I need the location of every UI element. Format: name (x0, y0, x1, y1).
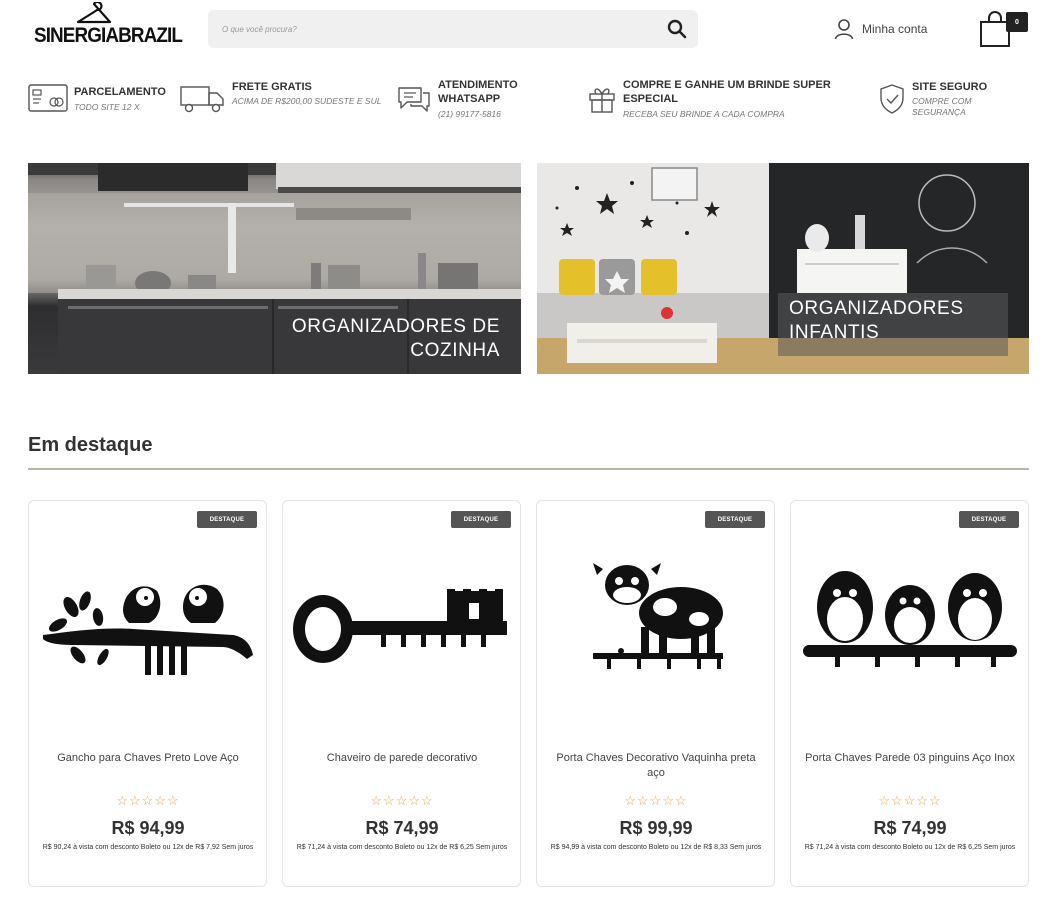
product-price: R$ 94,99 (111, 818, 185, 838)
benefit-whatsapp: ATENDIMENTO WHATSAPP (21) 99177-5816 (397, 74, 577, 132)
product-card[interactable]: DESTAQUE Gancho para Chaves Preto Love A… (28, 500, 267, 887)
credit-card-icon (28, 84, 68, 112)
product-name[interactable]: Gancho para Chaves Preto Love Aço (39, 751, 257, 766)
account-link[interactable]: Minha conta (834, 16, 927, 42)
banner-label-line2: INFANTIS (789, 322, 880, 343)
banner-kitchen-organizers[interactable]: ORGANIZADORES DE COZINHA (28, 163, 521, 374)
banner-kids-organizers[interactable]: ORGANIZADORES INFANTIS (537, 163, 1029, 374)
product-name[interactable]: Chaveiro de parede decorativo (293, 751, 511, 766)
featured-badge: DESTAQUE (705, 511, 765, 528)
product-card[interactable]: DESTAQUE Porta Chaves Decorativo Vaquinh… (536, 500, 775, 887)
product-name[interactable]: Porta Chaves Parede 03 pinguins Aço Inox (801, 751, 1019, 766)
product-image-cow-key-holder (593, 563, 723, 669)
benefit-installments: PARCELAMENTO TODO SITE 12 x (28, 74, 178, 132)
rating-stars: ☆☆☆☆☆ (370, 793, 434, 808)
rating-stars: ☆☆☆☆☆ (624, 793, 688, 808)
payment-info: R$ 90,24 à vista com desconto Boleto ou … (42, 844, 254, 851)
rating-stars: ☆☆☆☆☆ (878, 793, 942, 808)
banner-label-line2: COZINHA (410, 340, 500, 361)
product-name[interactable]: Porta Chaves Decorativo Vaquinha preta a… (547, 751, 765, 781)
benefit-subtitle: TODO SITE 12 x (74, 102, 140, 112)
hanger-icon (76, 2, 112, 24)
benefit-subtitle: COMPRE COM SEGURANÇA (912, 96, 972, 117)
shield-icon (880, 84, 904, 114)
product-image-penguins-key-holder (803, 571, 1017, 667)
product-card[interactable]: DESTAQUE Chaveiro de parede decorativo ☆… (282, 500, 521, 887)
account-label: Minha conta (862, 22, 928, 36)
benefit-subtitle: RECEBA SEU BRINDE A CADA COMPRA (623, 109, 785, 119)
benefit-title: SITE SEGURO (912, 81, 988, 93)
search-bar (208, 10, 698, 48)
truck-icon (180, 86, 224, 113)
payment-info: R$ 94,99 à vista com desconto Boleto ou … (550, 844, 762, 851)
search-icon[interactable] (666, 18, 688, 40)
chat-icon (398, 87, 430, 112)
logo-text: SINERGIABRAZIL (34, 24, 183, 47)
benefit-title: PARCELAMENTO (74, 86, 166, 98)
payment-info: R$ 71,24 à vista com desconto Boleto ou … (296, 844, 508, 851)
banner-label: ORGANIZADORES DE COZINHA (270, 315, 500, 363)
logo[interactable]: SINERGIABRAZIL (30, 2, 183, 50)
benefit-secure-site: SITE SEGURO COMPRE COM SEGURANÇA (879, 74, 1009, 132)
product-card[interactable]: DESTAQUE Porta Chaves Parede 03 pinguins… (790, 500, 1029, 887)
product-price: R$ 99,99 (619, 818, 693, 838)
featured-badge: DESTAQUE (197, 511, 257, 528)
product-price: R$ 74,99 (873, 818, 947, 838)
product-price: R$ 74,99 (365, 818, 439, 838)
payment-info: R$ 71,24 à vista com desconto Boleto ou … (804, 844, 1016, 851)
product-image-key-shaped-holder (293, 583, 507, 663)
benefit-title: COMPRE E GANHE UM BRINDE SUPER ESPECIAL (623, 79, 831, 105)
benefits-bar: PARCELAMENTO TODO SITE 12 x FRETE GRATIS… (0, 74, 1044, 132)
product-image-birds-key-holder (43, 584, 253, 675)
benefit-subtitle: ACIMA DE R$200,00 SUDESTE E SUL (232, 96, 382, 106)
site-header: SINERGIABRAZIL Minha conta 0 (0, 0, 1044, 62)
rating-stars: ☆☆☆☆☆ (116, 793, 180, 808)
benefit-title: FRETE GRATIS (232, 81, 312, 93)
section-title: Em destaque (28, 434, 153, 456)
section-divider (28, 468, 1029, 470)
banner-label: ORGANIZADORES INFANTIS (789, 297, 1004, 345)
benefit-free-shipping: FRETE GRATIS ACIMA DE R$200,00 SUDESTE E… (180, 74, 385, 132)
banner-label-line1: ORGANIZADORES DE (291, 316, 500, 337)
cart-count-badge: 0 (1006, 12, 1028, 32)
featured-badge: DESTAQUE (959, 511, 1019, 528)
benefit-subtitle: (21) 99177-5816 (438, 109, 501, 119)
user-icon (834, 19, 854, 40)
cart-button[interactable]: 0 (978, 10, 1030, 50)
featured-badge: DESTAQUE (451, 511, 511, 528)
benefit-title: ATENDIMENTO WHATSAPP (438, 79, 518, 105)
banner-label-line1: ORGANIZADORES (789, 298, 964, 319)
benefit-gift: COMPRE E GANHE UM BRINDE SUPER ESPECIAL … (588, 74, 858, 132)
gift-icon (589, 88, 615, 113)
search-input[interactable] (222, 21, 642, 37)
